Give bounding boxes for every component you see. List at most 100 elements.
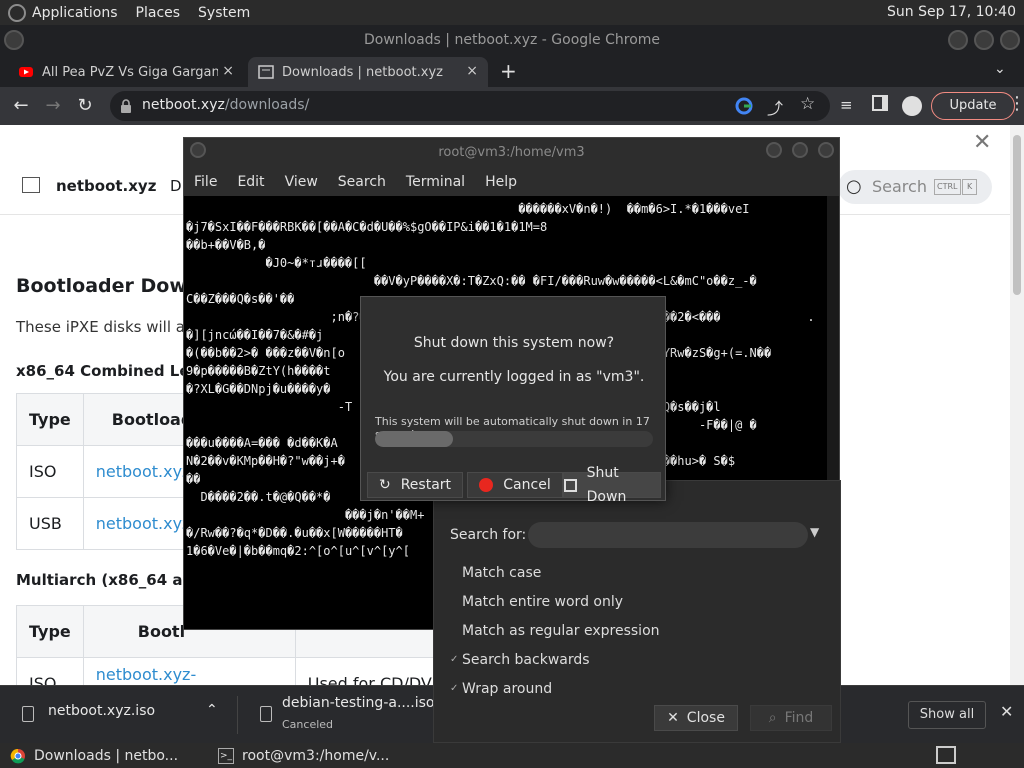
close-icon[interactable]: ✕ (973, 130, 991, 155)
chrome-icon (10, 748, 25, 763)
logged-in-text: You are currently logged in as "vm3". (383, 369, 645, 385)
search-option-label: Wrap around (462, 681, 553, 697)
download-filename: debian-testing-a....iso (282, 695, 435, 711)
find-button[interactable]: ⌕ Find (750, 705, 832, 731)
cancel-button[interactable]: Cancel (467, 472, 563, 498)
menu-search[interactable]: Search (338, 174, 386, 190)
heading-x86: x86_64 Combined Lega (16, 362, 211, 380)
close-window-icon[interactable] (1000, 30, 1020, 50)
menu-applications[interactable]: Applications (32, 5, 118, 21)
table-cell: ISO (16, 657, 84, 685)
chevron-up-icon[interactable]: ⌃ (206, 702, 218, 718)
top-panel: Applications Places System Sun Sep 17, 1… (0, 0, 1024, 25)
tab-youtube[interactable]: All Pea PvZ Vs Giga Gargantua × (8, 57, 244, 87)
new-tab-button[interactable]: + (500, 59, 517, 83)
close-window-icon[interactable] (818, 142, 834, 158)
menu-help[interactable]: Help (485, 174, 517, 190)
site-title[interactable]: netboot.xyz (56, 177, 156, 195)
youtube-icon (19, 67, 33, 77)
google-lens-icon[interactable] (735, 97, 753, 115)
search-placeholder: Search (872, 177, 927, 196)
nav-link-partial[interactable]: D (170, 177, 182, 195)
search-for-label: Search for: (450, 527, 527, 543)
restart-button[interactable]: ↻ Restart (367, 472, 463, 498)
terminal-icon: >_ (218, 747, 235, 764)
netboot-favicon-icon (258, 65, 274, 79)
side-panel-icon[interactable] (872, 95, 888, 111)
search-option-checkbox[interactable]: ✓ Wrap around (450, 681, 552, 697)
shutdown-progress-bar (375, 431, 653, 447)
file-icon (260, 706, 272, 722)
window-menu-icon[interactable] (190, 142, 206, 158)
window-title: Downloads | netboot.xyz - Google Chrome (363, 32, 661, 48)
menu-places[interactable]: Places (136, 5, 181, 21)
search-input[interactable] (528, 522, 808, 548)
dropdown-arrow-icon[interactable]: ▼ (810, 525, 819, 539)
more-menu-icon[interactable]: ⋮ (1008, 93, 1024, 114)
forward-arrow-icon[interactable]: → (40, 93, 66, 119)
minimize-icon[interactable] (766, 142, 782, 158)
shutdown-label: Shut Down (586, 465, 627, 505)
reading-list-icon[interactable]: ≡ (840, 96, 853, 114)
update-button[interactable]: Update (931, 92, 1015, 120)
shutdown-question: Shut down this system now? (413, 335, 615, 351)
minimize-icon[interactable] (948, 30, 968, 50)
bookmark-star-icon[interactable]: ☆ (800, 94, 815, 114)
tab-close-icon[interactable]: × (466, 63, 478, 79)
profile-avatar-icon[interactable] (902, 96, 922, 116)
tab-bar: All Pea PvZ Vs Giga Gargantua × Download… (0, 55, 1024, 87)
table-cell: USB (16, 497, 84, 550)
task-chrome[interactable]: Downloads | netbo... (10, 748, 178, 764)
find-label: Find (784, 710, 814, 726)
menu-view[interactable]: View (285, 174, 318, 190)
shutdown-icon (564, 478, 577, 492)
site-search-button[interactable]: Search ○ CTRL K (838, 170, 992, 204)
search-option-checkbox[interactable]: Match entire word only (450, 594, 623, 610)
download-item[interactable]: debian-testing-a....iso Canceled (238, 686, 438, 744)
shutdown-button[interactable]: Shut Down (563, 465, 661, 505)
reload-icon[interactable]: ↻ (72, 93, 98, 119)
close-shelf-icon[interactable]: ✕ (1000, 702, 1013, 721)
checkbox-icon (450, 626, 460, 636)
terminal-line: ��b+��V�B,� (186, 238, 266, 252)
tab-downloads[interactable]: Downloads | netboot.xyz × (248, 57, 488, 87)
search-option-label: Match as regular expression (462, 623, 660, 639)
menu-terminal[interactable]: Terminal (406, 174, 465, 190)
netboot-logo-icon[interactable] (22, 177, 40, 193)
back-arrow-icon[interactable]: ← (8, 93, 34, 119)
close-button[interactable]: ✕ Close (654, 705, 738, 731)
address-bar[interactable]: netboot.xyz/downloads/ ⤴ ☆ (110, 91, 830, 121)
maximize-icon[interactable] (792, 142, 808, 158)
menu-edit[interactable]: Edit (237, 174, 264, 190)
maximize-icon[interactable] (974, 30, 994, 50)
checkbox-icon (450, 597, 460, 607)
checkmark-icon: ✓ (450, 654, 459, 665)
url-text[interactable]: netboot.xyz/downloads/ (142, 97, 309, 113)
tab-search-chevron-icon[interactable]: ⌄ (994, 61, 1006, 77)
show-all-button[interactable]: Show all (908, 701, 986, 729)
cancel-icon (479, 478, 494, 492)
search-option-checkbox[interactable]: ✓ Search backwards (450, 652, 590, 668)
heading-bootloader: Bootloader Downl (16, 275, 207, 297)
page-scrollbar-thumb[interactable] (1013, 135, 1021, 295)
menu-file[interactable]: File (194, 174, 217, 190)
menu-system[interactable]: System (198, 5, 250, 21)
clock[interactable]: Sun Sep 17, 10:40 (887, 4, 1016, 20)
task-terminal[interactable]: >_ root@vm3:/home/v... (218, 747, 389, 764)
distro-logo-icon[interactable] (8, 3, 26, 22)
search-option-label: Match entire word only (462, 594, 624, 610)
terminal-menubar: File Edit View Search Terminal Help (184, 168, 839, 196)
window-menu-icon[interactable] (4, 30, 24, 50)
terminal-line: �J0~�*ᴛɹ����[[ (186, 256, 367, 270)
lock-icon[interactable] (120, 99, 132, 113)
column-header: Type (16, 393, 84, 446)
workspace-switcher-icon[interactable] (936, 746, 956, 764)
download-item[interactable]: netboot.xyz.iso ⌃ (0, 686, 236, 744)
download-link[interactable]: netboot.xyz-multiarch.iso (96, 665, 200, 686)
tab-title: Downloads | netboot.xyz (282, 64, 443, 80)
tab-close-icon[interactable]: × (222, 63, 234, 79)
share-icon[interactable]: ⤴ (767, 95, 783, 119)
search-option-checkbox[interactable]: Match as regular expression (450, 623, 660, 639)
close-label: Close (686, 710, 725, 726)
search-option-checkbox[interactable]: Match case (450, 565, 541, 581)
